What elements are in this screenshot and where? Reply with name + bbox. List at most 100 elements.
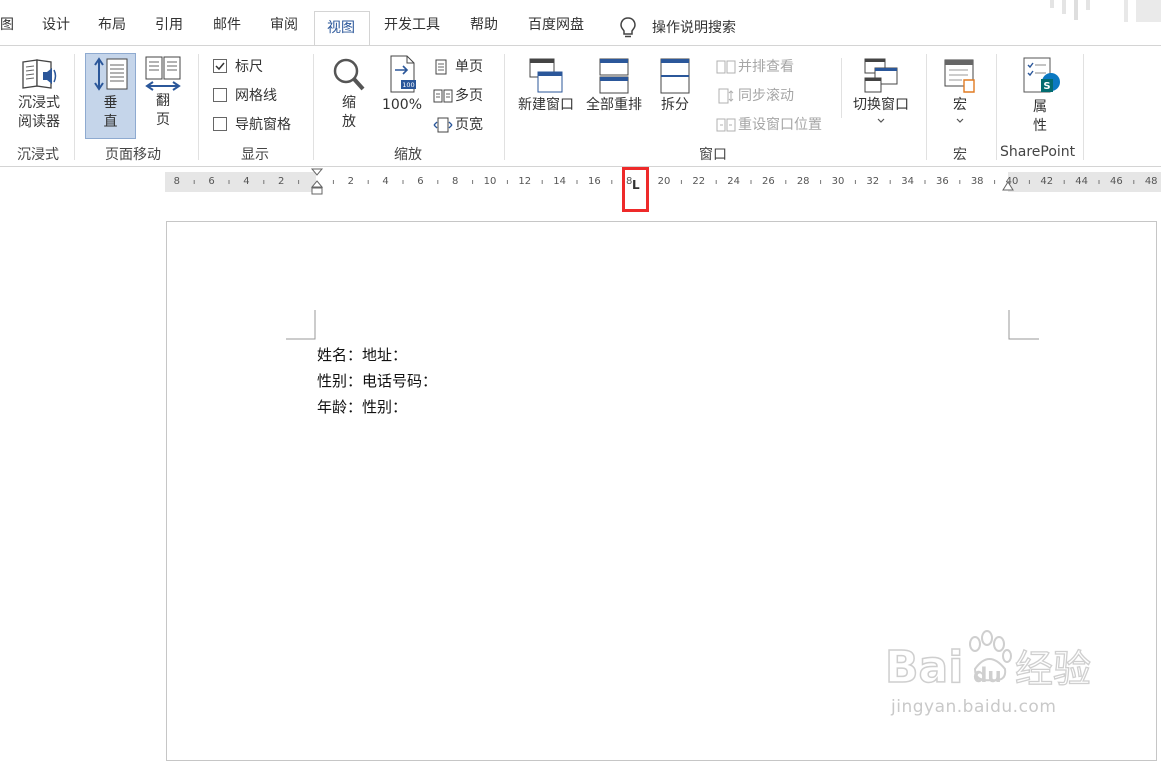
svg-text:100: 100 bbox=[402, 81, 414, 89]
ruler-tick-label: 24 bbox=[727, 176, 740, 187]
properties-label: 属 性 bbox=[1033, 99, 1047, 134]
one-page-icon bbox=[435, 59, 447, 75]
side-to-side-button[interactable]: 翻 页 bbox=[140, 54, 186, 130]
group-label-window: 窗口 bbox=[699, 147, 727, 163]
side-by-side-label: 并排查看 bbox=[738, 59, 794, 75]
zoom-button[interactable]: 缩 放 bbox=[326, 56, 372, 132]
tab-developer[interactable]: 开发工具 bbox=[384, 11, 440, 39]
group-label-show: 显示 bbox=[241, 147, 269, 163]
group-separator bbox=[841, 58, 842, 118]
ruler-tick-label: 38 bbox=[970, 176, 984, 187]
group-separator bbox=[1083, 54, 1084, 160]
right-indent-marker[interactable] bbox=[1001, 180, 1015, 192]
ribbon: 沉浸式 阅读器 沉浸式 垂 直 翻 页 页面移动 标尺 网格线 导航窗格 显示 … bbox=[0, 45, 1161, 167]
side-to-side-label: 翻 页 bbox=[156, 93, 170, 128]
ruler-tick-label: 6 bbox=[208, 176, 215, 187]
ruler-tick-label: 28 bbox=[796, 176, 810, 187]
tab-design[interactable]: 设计 bbox=[42, 11, 70, 39]
tab-review[interactable]: 审阅 bbox=[270, 11, 298, 39]
group-label-sharepoint: SharePoint bbox=[1000, 144, 1076, 160]
properties-button[interactable]: S 属 性 bbox=[1016, 56, 1064, 136]
arrange-all-button[interactable]: 全部重排 bbox=[582, 56, 646, 115]
document-line-2[interactable]: 性别：电话号码： bbox=[317, 371, 437, 391]
ribbon-tab-bar: 图 设计 布局 引用 邮件 审阅 视图 开发工具 帮助 百度网盘 操作说明搜索 bbox=[0, 0, 1161, 46]
group-label-macros: 宏 bbox=[953, 147, 967, 163]
ruler-label: 标尺 bbox=[235, 59, 263, 75]
side-by-side-icon bbox=[716, 60, 736, 74]
lightbulb-icon bbox=[620, 17, 636, 38]
group-separator bbox=[926, 54, 927, 160]
macros-button[interactable]: 宏 bbox=[938, 56, 982, 125]
vertical-label: 垂 直 bbox=[103, 95, 118, 130]
group-label-page-movement: 页面移动 bbox=[105, 147, 161, 163]
ruler-tick-label: 2 bbox=[347, 176, 354, 187]
ruler-tick-label: 10 bbox=[483, 176, 497, 187]
ruler-checkbox-box[interactable] bbox=[213, 59, 227, 73]
ruler-tick-label: 30 bbox=[831, 176, 845, 187]
side-to-side-icon bbox=[145, 56, 181, 91]
tab-view-partial[interactable]: 图 bbox=[0, 11, 14, 39]
split-label: 拆分 bbox=[661, 97, 689, 113]
ruler-tick-label: 22 bbox=[692, 176, 706, 187]
switch-windows-label: 切换窗口 bbox=[853, 97, 909, 113]
baidu-watermark-logo: Bai du 经验 bbox=[884, 630, 1092, 694]
tab-references[interactable]: 引用 bbox=[155, 11, 183, 39]
checkmark-icon bbox=[215, 62, 225, 71]
reset-window-position-label: 重设窗口位置 bbox=[738, 117, 822, 133]
svg-text:Bai: Bai bbox=[885, 642, 963, 693]
new-window-icon bbox=[529, 58, 563, 93]
sharepoint-properties-icon: S bbox=[1023, 57, 1060, 93]
ruler-tick-label: 42 bbox=[1040, 176, 1054, 187]
page-width-label: 页宽 bbox=[455, 117, 483, 133]
new-window-label: 新建窗口 bbox=[518, 97, 574, 113]
chevron-down-icon bbox=[877, 118, 885, 123]
group-separator bbox=[74, 54, 75, 160]
new-window-button[interactable]: 新建窗口 bbox=[514, 56, 578, 115]
svg-text:du: du bbox=[973, 663, 1002, 687]
gridlines-checkbox-box[interactable] bbox=[213, 88, 227, 102]
split-button[interactable]: 拆分 bbox=[652, 56, 698, 115]
ruler-tick-label: 4 bbox=[382, 176, 389, 187]
arrange-all-label: 全部重排 bbox=[586, 97, 642, 113]
nav-pane-label: 导航窗格 bbox=[235, 117, 291, 133]
ruler-tick-label: 44 bbox=[1075, 176, 1088, 187]
split-icon bbox=[660, 58, 690, 94]
annotation-highlight-box bbox=[622, 167, 649, 212]
ruler-tick-label: 46 bbox=[1110, 176, 1123, 187]
document-line-3[interactable]: 年龄：性别： bbox=[317, 397, 407, 417]
arrange-all-icon bbox=[599, 58, 629, 94]
svg-text:S: S bbox=[1043, 81, 1050, 92]
vertical-page-move-button[interactable]: 垂 直 bbox=[85, 53, 136, 139]
immersive-reader-label: 沉浸式 阅读器 bbox=[18, 95, 60, 130]
tab-layout[interactable]: 布局 bbox=[98, 11, 126, 39]
tab-baidu-netdisk[interactable]: 百度网盘 bbox=[528, 11, 584, 39]
ruler-tick-label: 36 bbox=[936, 176, 949, 187]
ruler-tick-label: 16 bbox=[588, 176, 601, 187]
immersive-reader-icon bbox=[22, 59, 57, 89]
indent-markers[interactable] bbox=[310, 168, 324, 196]
ruler-tick-label: 34 bbox=[901, 176, 914, 187]
group-separator bbox=[313, 54, 314, 160]
nav-pane-checkbox-box[interactable] bbox=[213, 117, 227, 131]
gridlines-label: 网格线 bbox=[235, 88, 277, 104]
group-label-immersive: 沉浸式 bbox=[17, 147, 59, 163]
tab-view[interactable]: 视图 bbox=[314, 11, 370, 46]
horizontal-ruler[interactable]: 8 6 4 2 2 4 6 8 10 12 14 16 8 20 22 24 26 28 30 32 34 36 38 40 4… bbox=[165, 168, 1161, 195]
document-line-1[interactable]: 姓名：地址： bbox=[317, 345, 407, 365]
margin-corner-top-right bbox=[1008, 310, 1039, 340]
immersive-reader-button[interactable]: 沉浸式 阅读器 bbox=[10, 54, 68, 132]
zoom-100-icon: 100 bbox=[390, 55, 416, 93]
switch-windows-button[interactable]: 切换窗口 bbox=[848, 56, 914, 125]
macros-icon bbox=[944, 59, 975, 93]
tab-mailings[interactable]: 邮件 bbox=[213, 11, 241, 39]
tab-help[interactable]: 帮助 bbox=[470, 11, 498, 39]
tell-me-label: 操作说明搜索 bbox=[652, 20, 736, 36]
zoom-100-button[interactable]: 100 100% bbox=[379, 54, 425, 115]
switch-windows-icon bbox=[864, 58, 898, 93]
multiple-pages-icon bbox=[433, 89, 453, 103]
ruler-tick-label: 6 bbox=[417, 176, 424, 187]
magnifier-icon bbox=[333, 58, 365, 91]
macros-label: 宏 bbox=[953, 97, 967, 113]
ruler-tick-label: 48 bbox=[1144, 176, 1158, 187]
ruler-tick-label: 8 bbox=[452, 176, 459, 187]
